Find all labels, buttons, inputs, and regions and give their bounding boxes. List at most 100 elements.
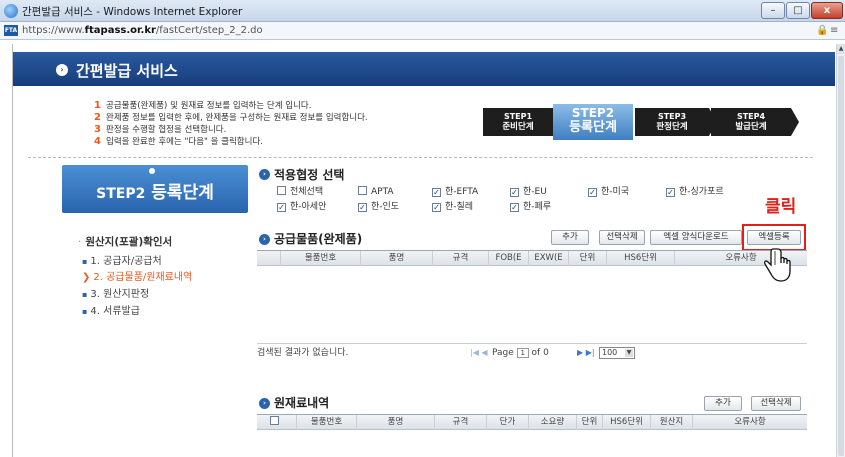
- instruction-list: 1 공급물품(완제품) 및 원재료 정보를 입력하는 단계 입니다. 2 완제품 정…: [94, 100, 368, 148]
- column-header: 품명: [361, 251, 433, 266]
- step-3: STEP3 판정단계: [635, 108, 709, 136]
- products-table-body: [257, 266, 807, 344]
- service-title: 간편발급 서비스: [76, 62, 178, 80]
- materials-table-header: 물품번호 품명 규격 단가 소요량 단위 HS6단위 원산지 오류사항: [257, 414, 807, 430]
- column-header: [257, 251, 281, 266]
- instruction-item: 4 입력을 완료한 후에는 "다음" 을 클릭합니다.: [94, 136, 263, 147]
- sidebar-item-supplier[interactable]: ▪ 1. 공급자/공급처: [82, 252, 162, 267]
- click-annotation: 클릭: [765, 197, 797, 217]
- checkbox-checked-icon: ✓: [277, 203, 286, 212]
- column-header: HS6단위: [607, 251, 675, 266]
- sidebar-title: · 원산지(포괄)확인서: [78, 236, 173, 248]
- checkbox-korea-singapore[interactable]: ✓ 한-싱가포르: [666, 186, 724, 198]
- sidebar-item-goods-materials[interactable]: ❯ 2. 공급물품/원재료내역: [82, 268, 192, 283]
- column-header: 단위: [577, 415, 603, 430]
- column-header: 단위: [569, 251, 607, 266]
- checkbox-korea-efta[interactable]: ✓ 한-EFTA: [432, 186, 478, 198]
- step-indicator: STEP1 준비단계 STEP2 등록단계 STEP3 판정단계 STEP4 발급단계: [483, 104, 799, 140]
- checkbox-korea-peru[interactable]: ✓ 한-페루: [510, 201, 551, 213]
- column-header: HS6단위: [603, 415, 651, 430]
- instruction-item: 1 공급물품(완제품) 및 원재료 정보를 입력하는 단계 입니다.: [94, 100, 312, 111]
- scrollbar-thumb[interactable]: [838, 56, 844, 456]
- checkbox-checked-icon: ✓: [666, 188, 675, 197]
- add-material-button[interactable]: 추가: [704, 396, 742, 411]
- products-paging: 검색된 결과가 없습니다. |◀ ◀ Page 1 of 0 ▶ ▶| 100 ▼: [257, 345, 807, 361]
- checkbox-icon: [277, 186, 286, 195]
- column-header: 물품번호: [281, 251, 361, 266]
- chevron-down-icon: ▼: [625, 349, 633, 357]
- internet-explorer-icon: [4, 4, 18, 18]
- column-header: 소요량: [529, 415, 577, 430]
- chevron-right-icon: ›: [259, 398, 270, 409]
- step-arrow-icon: [791, 108, 799, 136]
- vertical-scrollbar[interactable]: ▲: [836, 44, 845, 457]
- checkbox-korea-india[interactable]: ✓ 한-인도: [358, 201, 399, 213]
- agreement-section-title: 적용협정 선택: [274, 168, 345, 182]
- window-title: 간편발급 서비스 - Windows Internet Explorer: [22, 6, 243, 18]
- page-tools-icon[interactable]: ≡: [830, 25, 838, 36]
- checkbox-checked-icon: ✓: [510, 203, 519, 212]
- chevron-right-icon: ›: [56, 64, 68, 76]
- url-text[interactable]: https://www.ftapass.or.kr/fastCert/step_…: [22, 25, 263, 36]
- column-header: 오류사항: [734, 417, 766, 427]
- products-table-header: 물품번호 품명 규격 FOB(E EXW(E 단위 HS6단위 오류사항: [257, 250, 807, 266]
- empty-result-text: 검색된 결과가 없습니다.: [257, 348, 349, 358]
- page-indicator: Page 1 of 0: [492, 348, 549, 358]
- checkbox-apta[interactable]: APTA: [358, 186, 394, 198]
- checkbox-checked-icon: ✓: [510, 188, 519, 197]
- url-path: /fastCert/step_2_2.do: [155, 25, 263, 36]
- column-header: FOB(E: [489, 251, 529, 266]
- sidebar-item-origin-decision[interactable]: ▪ 3. 원산지판정: [82, 285, 149, 300]
- hand-cursor-icon: [764, 248, 791, 282]
- add-product-button[interactable]: 추가: [551, 230, 589, 245]
- checkbox-korea-chile[interactable]: ✓ 한-칠레: [432, 201, 473, 213]
- materials-table-body: [257, 430, 807, 457]
- step-4: STEP4 발급단계: [711, 108, 791, 136]
- address-bar[interactable]: FTA https://www.ftapass.or.kr/fastCert/s…: [0, 22, 845, 40]
- delete-selected-product-button[interactable]: 선택삭제: [599, 230, 645, 245]
- bullet-icon: ▪: [82, 307, 88, 316]
- scroll-up-icon[interactable]: ▲: [837, 44, 845, 54]
- arrow-right-icon: ❯: [82, 272, 91, 283]
- url-prefix: https://www.: [22, 25, 85, 36]
- instruction-item: 3 판정을 수행할 협정을 선택합니다.: [94, 124, 227, 135]
- bullet-icon: ▪: [82, 290, 88, 299]
- first-prev-page-icon[interactable]: |◀ ◀: [470, 345, 488, 361]
- step-1: STEP1 준비단계: [483, 108, 553, 136]
- materials-section-title: 원재료내역: [274, 396, 330, 410]
- instruction-item: 2 완제품 정보를 입력한 후에, 완제품을 구성하는 원재료 정보를 입력합니다…: [94, 112, 368, 123]
- column-header: 규격: [435, 415, 487, 430]
- checkbox-checked-icon: ✓: [358, 203, 367, 212]
- checkbox-korea-us[interactable]: ✓ 한-미국: [588, 186, 629, 198]
- sidebar-item-document-issue[interactable]: ▪ 4. 서류발급: [82, 302, 140, 317]
- delete-selected-material-button[interactable]: 선택삭제: [751, 396, 801, 411]
- column-header: 원산지: [651, 415, 693, 430]
- checkbox-checked-icon: ✓: [588, 188, 597, 197]
- page-margin: [0, 44, 12, 457]
- service-header: › 간편발급 서비스: [13, 52, 835, 86]
- step-2-active: STEP2 등록단계: [553, 104, 633, 140]
- checkbox-select-all-materials[interactable]: [270, 416, 283, 427]
- dot-icon: [149, 168, 155, 174]
- column-header: 단가: [487, 415, 529, 430]
- checkbox-korea-eu[interactable]: ✓ 한-EU: [510, 186, 547, 198]
- divider: [28, 157, 813, 158]
- current-step-label: STEP2 등록단계: [96, 183, 214, 203]
- page-number-input[interactable]: 1: [516, 348, 529, 358]
- checkbox-icon: [358, 186, 367, 195]
- column-header: 규격: [433, 251, 489, 266]
- checkbox-select-all[interactable]: 전체선택: [277, 186, 323, 198]
- page-size-select[interactable]: 100 ▼: [599, 347, 635, 359]
- column-header: [257, 415, 297, 430]
- excel-template-download-button[interactable]: 엑셀 양식다운로드: [650, 230, 742, 245]
- next-last-page-icon[interactable]: ▶ ▶|: [577, 345, 595, 361]
- checkbox-korea-asean[interactable]: ✓ 한-아세안: [277, 201, 326, 213]
- maximize-button[interactable]: □: [786, 2, 810, 19]
- current-step-box: STEP2 등록단계: [62, 165, 248, 213]
- chevron-right-icon: ›: [259, 234, 270, 245]
- url-host: ftapass.or.kr: [84, 25, 156, 36]
- chevron-right-icon: ›: [259, 169, 270, 180]
- close-button[interactable]: x: [811, 2, 843, 19]
- column-header: 품명: [357, 415, 435, 430]
- minimize-button[interactable]: –: [761, 2, 785, 19]
